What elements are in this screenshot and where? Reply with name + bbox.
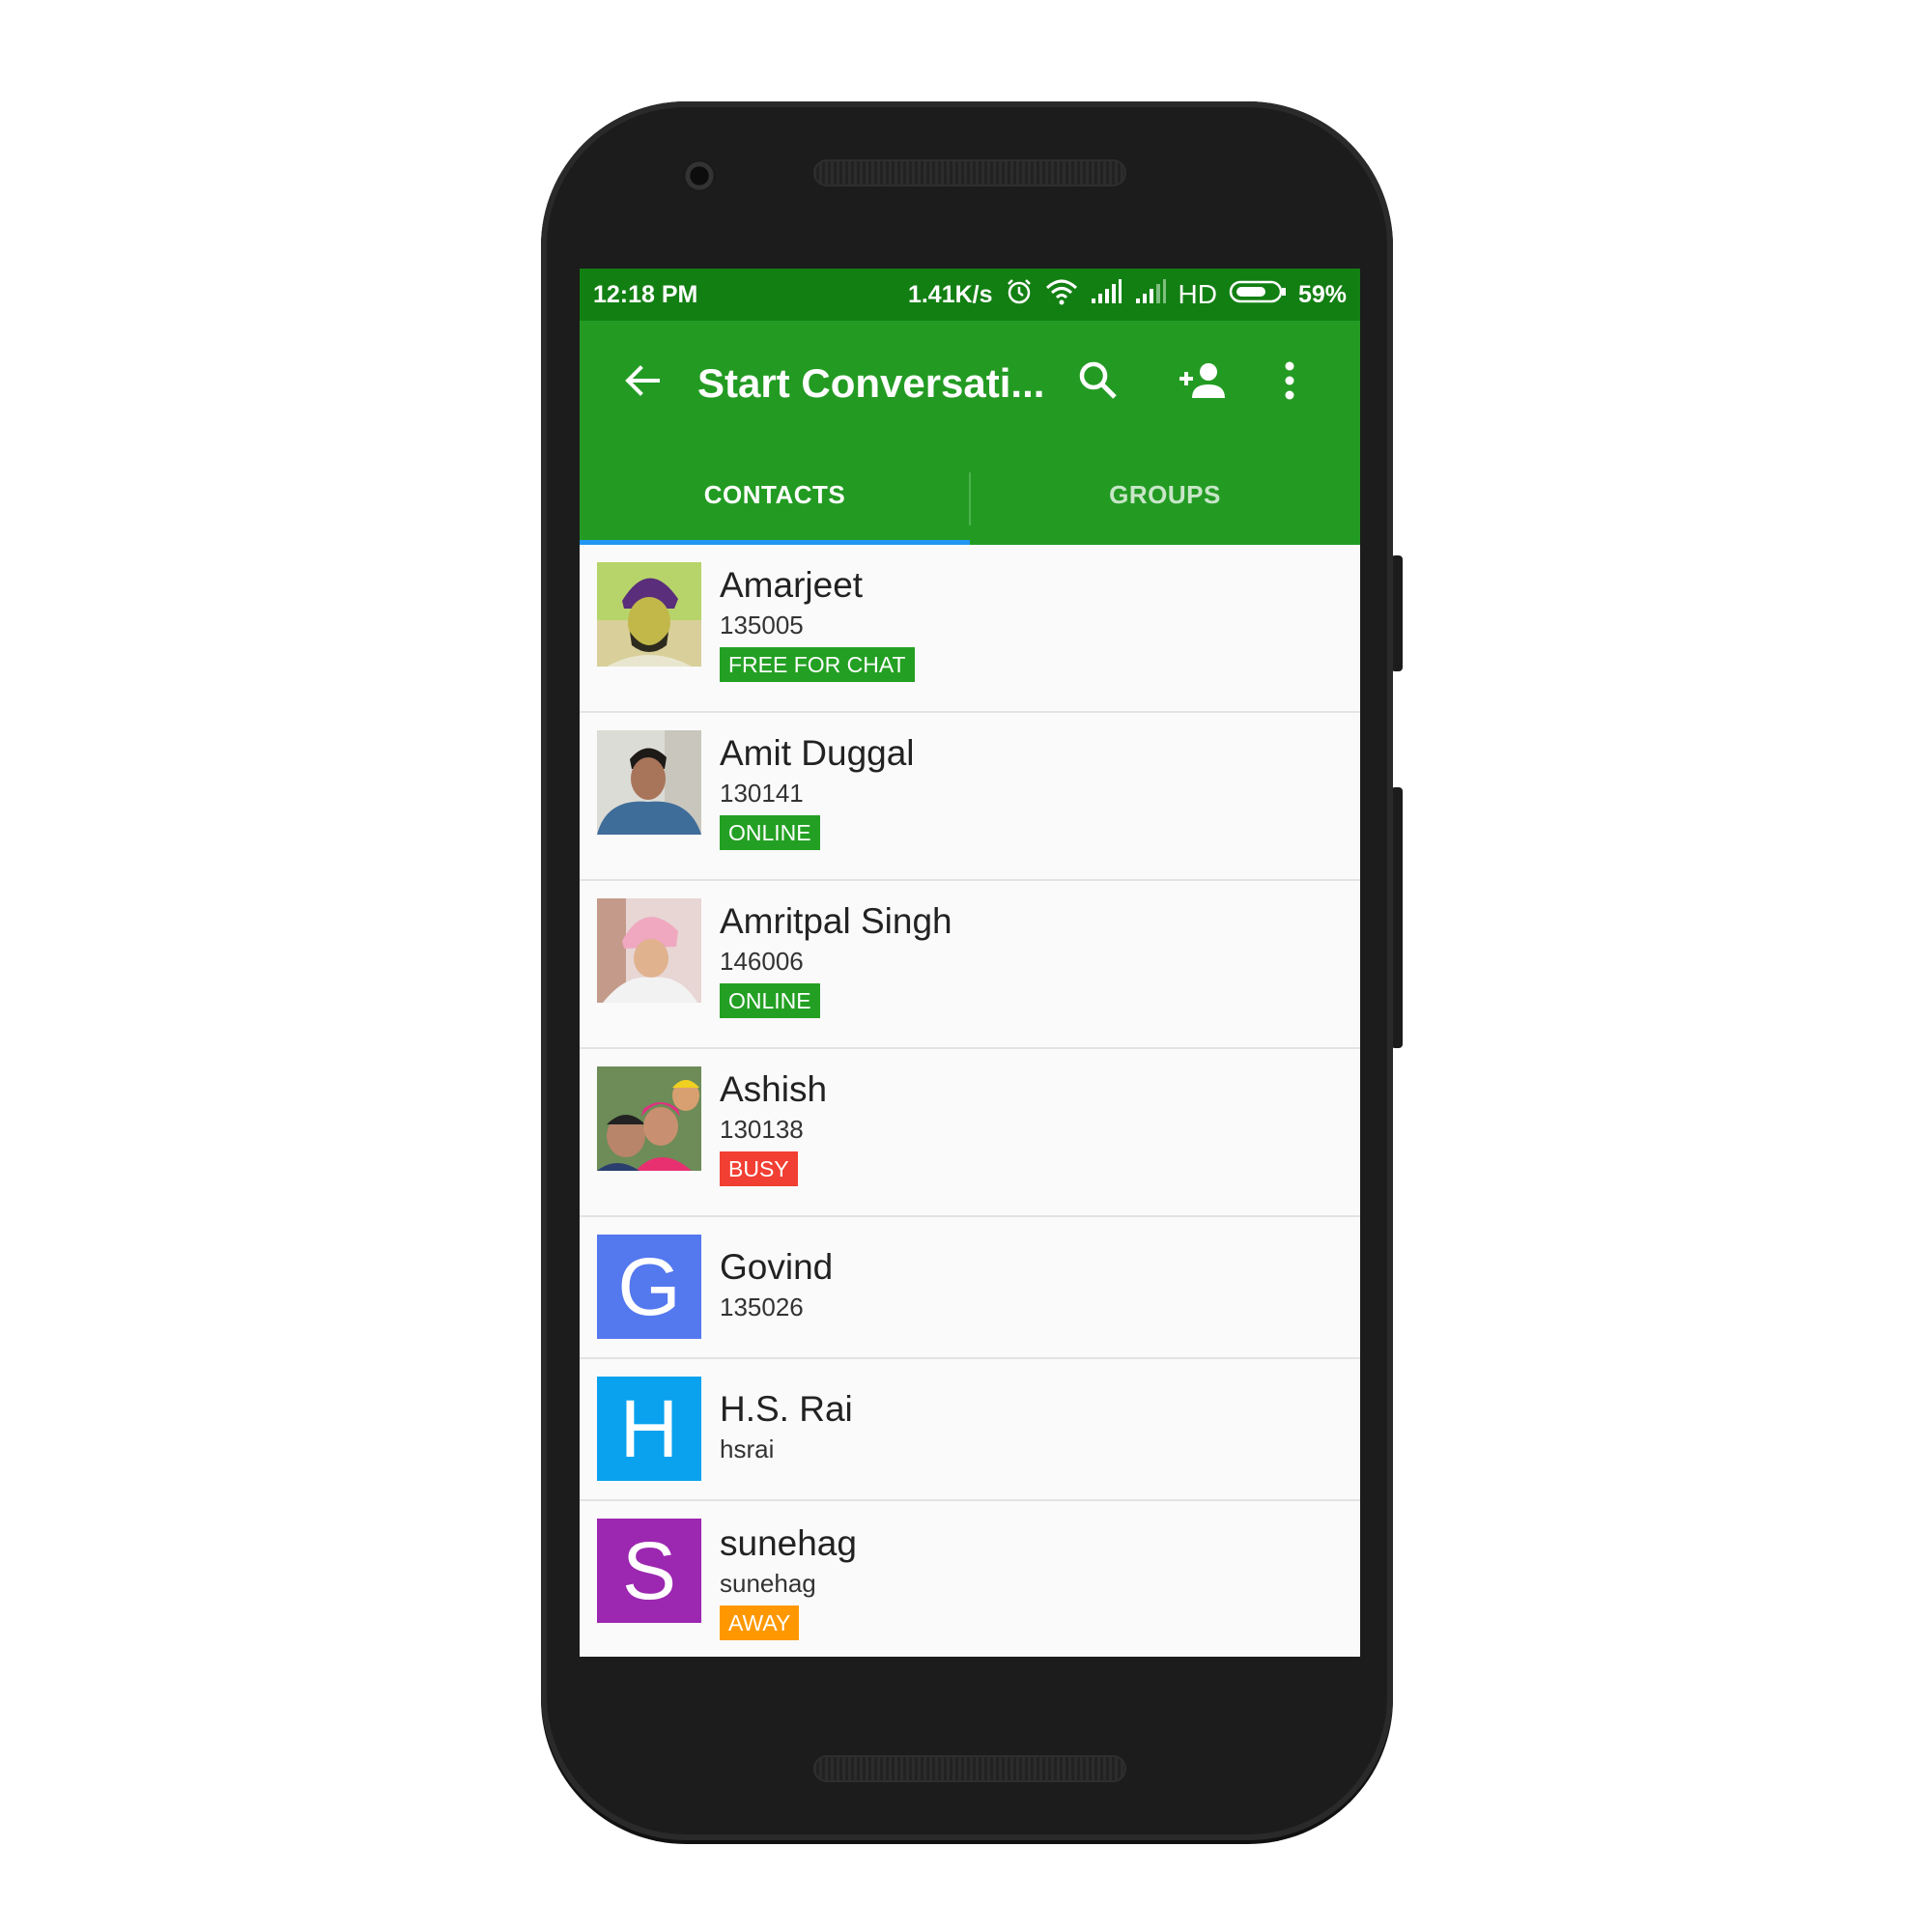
contact-row[interactable]: Amit Duggal 130141 ONLINE [580, 713, 1360, 881]
battery-level: 59% [1297, 280, 1347, 308]
status-badge: BUSY [720, 1151, 798, 1186]
battery-icon [1229, 280, 1287, 310]
top-speaker [813, 159, 1126, 186]
add-contact-icon [1177, 359, 1229, 407]
status-badge: FREE FOR CHAT [720, 647, 915, 682]
contact-name: Amit Duggal [720, 733, 915, 773]
avatar: H [597, 1377, 701, 1481]
contact-id: hsrai [720, 1435, 775, 1463]
contact-row[interactable]: G Govind 135026 [580, 1217, 1360, 1359]
app-bar: Start Conversati... [580, 321, 1360, 445]
contact-id: 130141 [720, 779, 804, 808]
status-time: 12:18 PM [593, 280, 698, 308]
tab-divider [969, 472, 971, 526]
tab-groups[interactable]: GROUPS [970, 445, 1360, 545]
avatar [597, 562, 701, 667]
add-contact-button[interactable] [1169, 350, 1236, 417]
front-camera [683, 159, 716, 192]
avatar [597, 730, 701, 835]
contact-name: H.S. Rai [720, 1389, 853, 1429]
contact-name: sunehag [720, 1523, 857, 1563]
network-type: HD [1178, 279, 1217, 309]
contact-list: Amarjeet 135005 FREE FOR CHAT Amit Dugga… [580, 545, 1360, 1657]
contact-row[interactable]: Amarjeet 135005 FREE FOR CHAT [580, 545, 1360, 713]
more-vert-icon [1284, 359, 1295, 407]
alarm-icon [1005, 277, 1034, 313]
contact-name: Amarjeet [720, 565, 864, 605]
contact-name: Govind [720, 1247, 834, 1287]
page-title: Start Conversati... [697, 359, 1045, 406]
contact-id: 146006 [720, 947, 804, 976]
avatar: G [597, 1235, 701, 1339]
status-bar: 12:18 PM 1.41K/s HD 59% [580, 269, 1360, 321]
contact-id: 135026 [720, 1293, 804, 1321]
contact-row[interactable]: H H.S. Rai hsrai [580, 1359, 1360, 1501]
contact-id: sunehag [720, 1569, 816, 1598]
contact-id: 135005 [720, 611, 804, 639]
screen: 12:18 PM 1.41K/s HD 59% Start Conversati… [580, 269, 1360, 1657]
network-speed: 1.41K/s [907, 280, 993, 308]
contact-id: 130138 [720, 1115, 804, 1144]
search-icon [1076, 358, 1121, 408]
status-badge: ONLINE [720, 983, 820, 1018]
contact-name: Amritpal Singh [720, 901, 952, 941]
back-arrow-icon [621, 359, 664, 407]
contact-row[interactable]: Ashish 130138 BUSY [580, 1049, 1360, 1217]
tab-contacts[interactable]: CONTACTS [580, 445, 970, 545]
search-button[interactable] [1065, 350, 1132, 417]
tab-bar: CONTACTS GROUPS [580, 445, 1360, 545]
signal-icon [1090, 278, 1122, 311]
signal-2-icon [1134, 278, 1167, 311]
wifi-icon [1045, 278, 1078, 312]
bottom-speaker [813, 1755, 1126, 1782]
status-badge: ONLINE [720, 815, 820, 850]
avatar [597, 898, 701, 1003]
back-button[interactable] [609, 350, 676, 417]
more-options-button[interactable] [1256, 350, 1323, 417]
contact-row[interactable]: Amritpal Singh 146006 ONLINE [580, 881, 1360, 1049]
status-badge: AWAY [720, 1605, 800, 1640]
contact-name: Ashish [720, 1069, 828, 1109]
avatar [597, 1066, 701, 1171]
avatar: S [597, 1519, 701, 1623]
contact-row[interactable]: S sunehag sunehag AWAY [580, 1501, 1360, 1657]
